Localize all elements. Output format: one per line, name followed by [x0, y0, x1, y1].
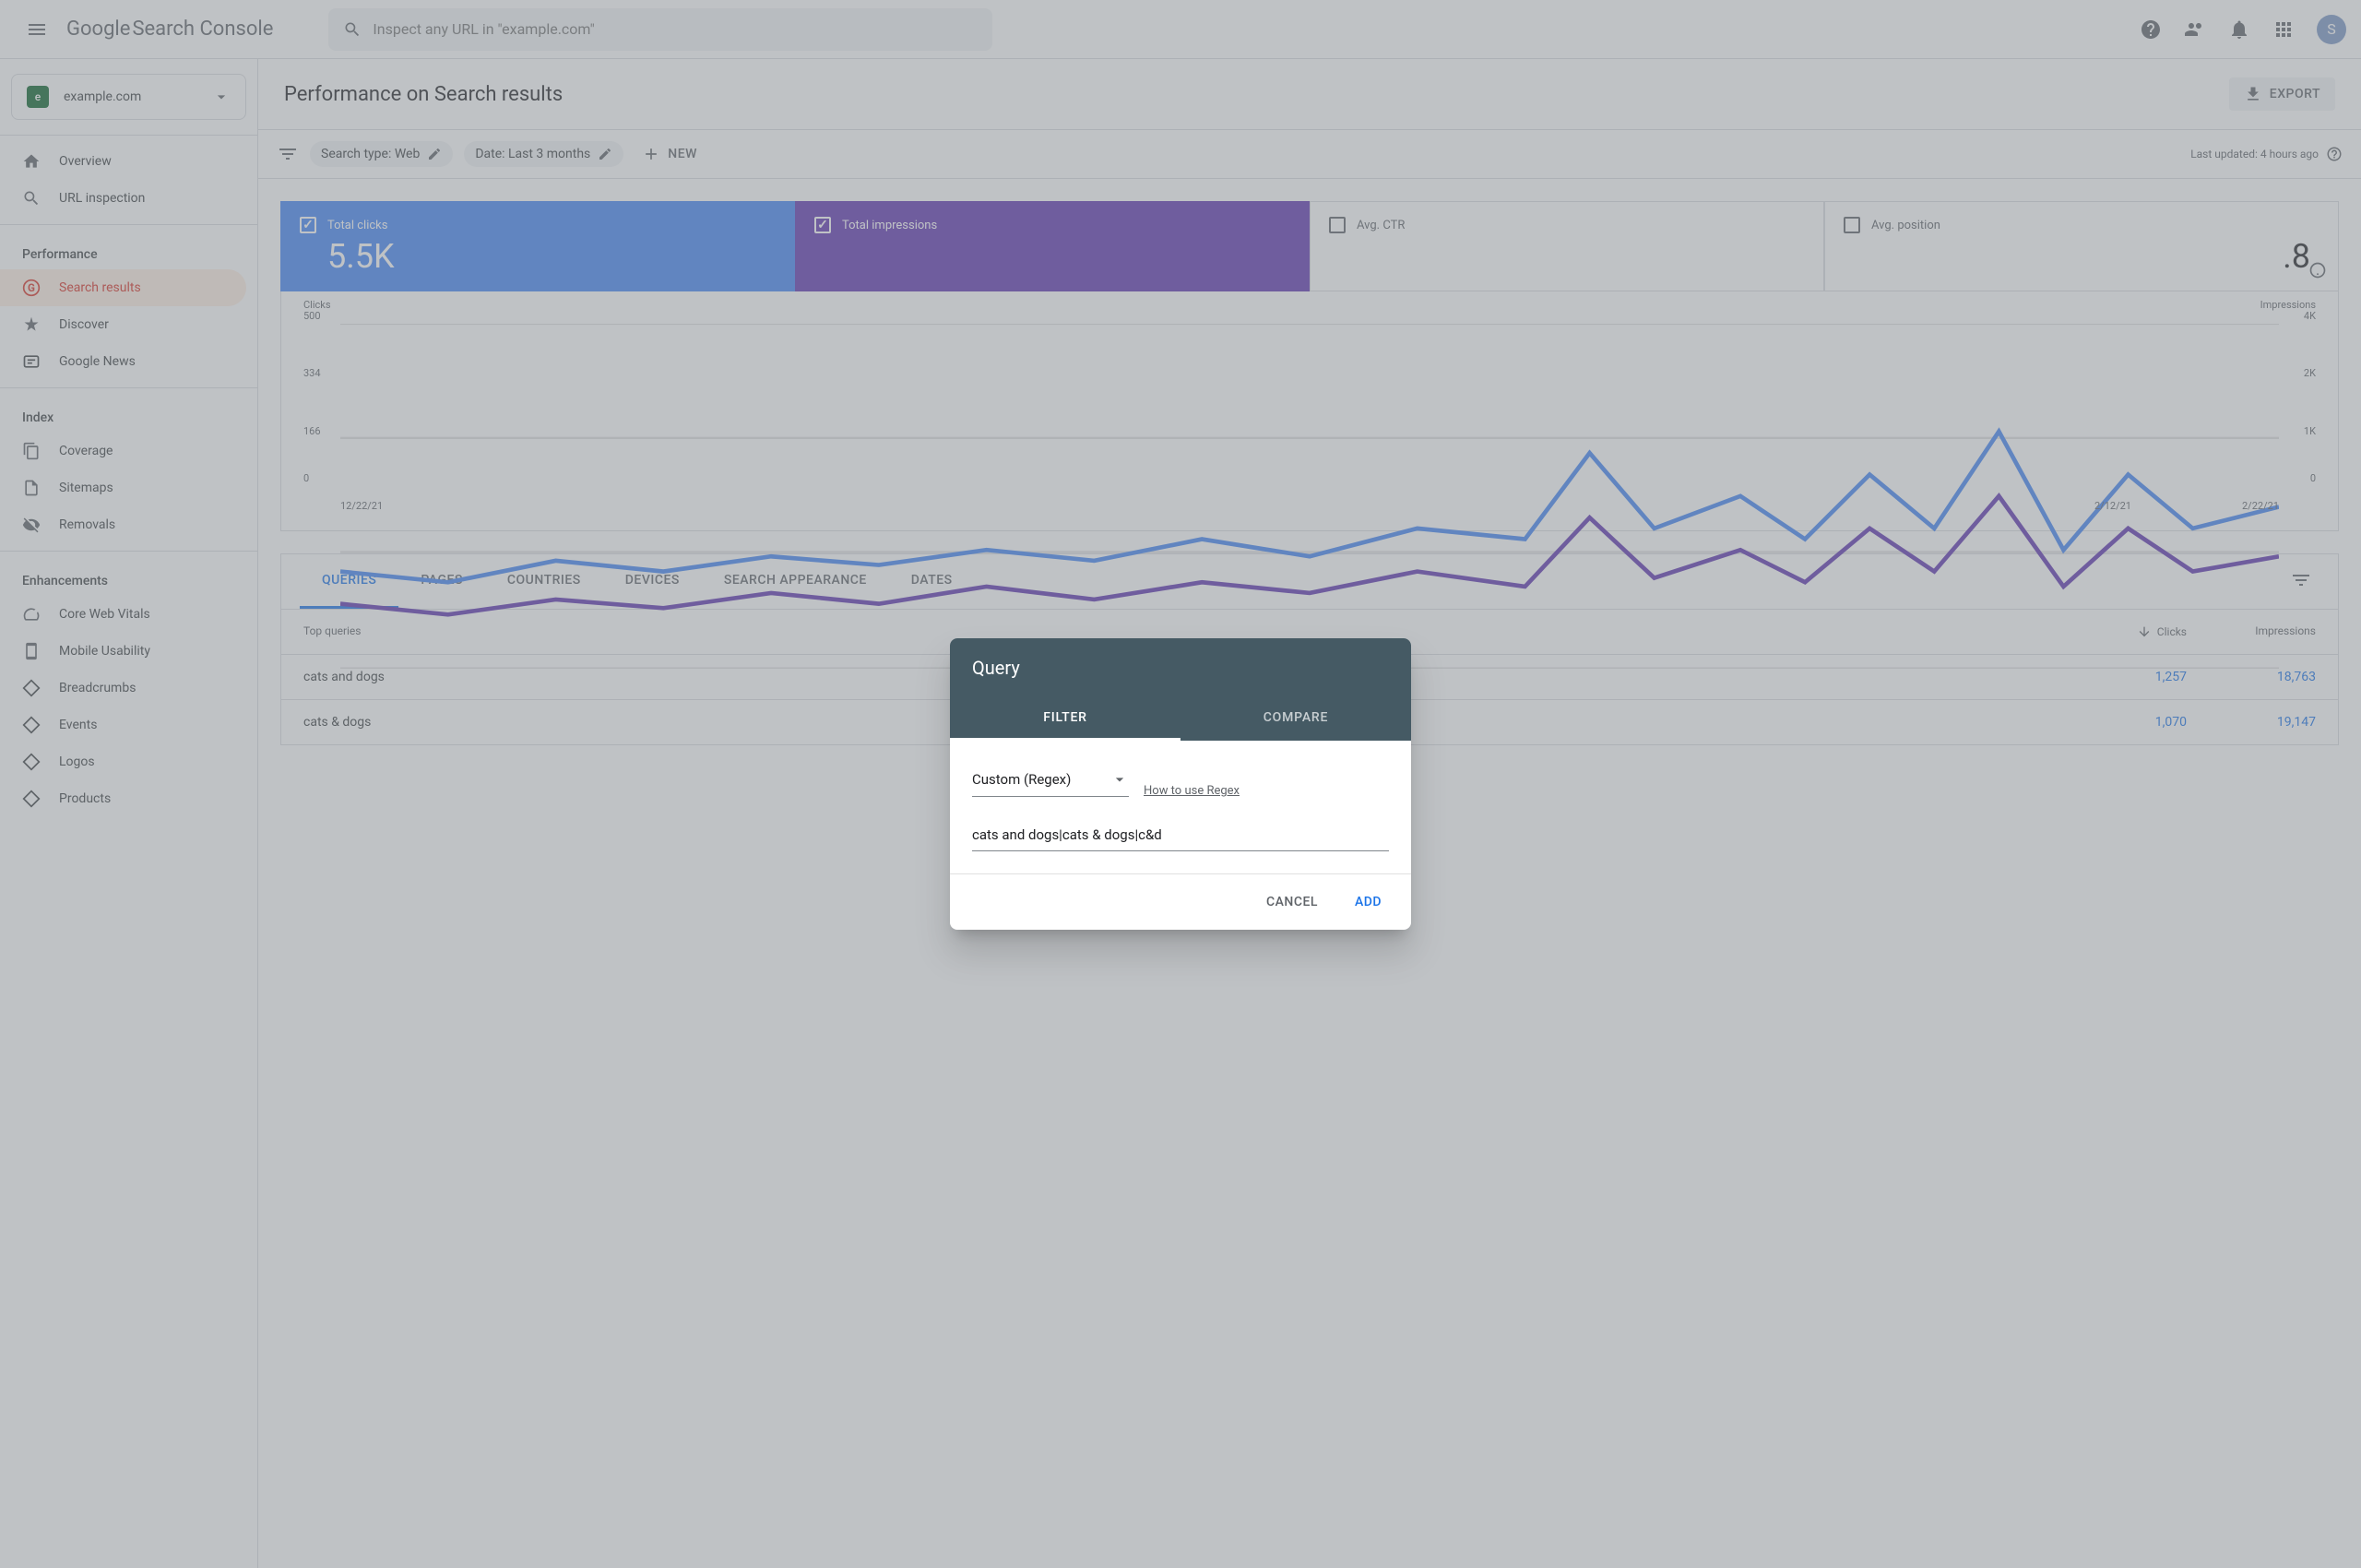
- modal-tab-compare[interactable]: COMPARE: [1180, 697, 1411, 741]
- chevron-down-icon: [1110, 770, 1129, 789]
- cancel-button[interactable]: CANCEL: [1252, 885, 1333, 919]
- filter-type-select[interactable]: Custom (Regex): [972, 763, 1129, 797]
- add-button[interactable]: ADD: [1340, 885, 1396, 919]
- regex-input[interactable]: [972, 819, 1389, 851]
- modal-title: Query: [950, 638, 1411, 697]
- query-filter-modal: Query FILTER COMPARE Custom (Regex) How …: [950, 638, 1411, 930]
- select-value: Custom (Regex): [972, 771, 1110, 788]
- modal-tab-filter[interactable]: FILTER: [950, 697, 1180, 741]
- modal-tabs: FILTER COMPARE: [950, 697, 1411, 741]
- regex-help-link[interactable]: How to use Regex: [1144, 784, 1240, 798]
